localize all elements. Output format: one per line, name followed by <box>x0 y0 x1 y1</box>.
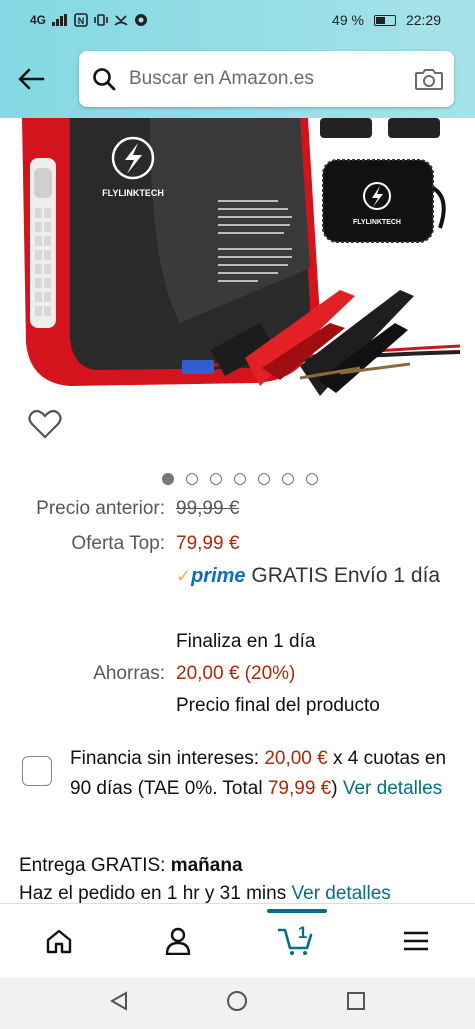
status-bar: 4G N 49 % 22:29 <box>0 0 475 40</box>
delivery-label: Entrega GRATIS: <box>19 855 171 876</box>
back-arrow-icon <box>18 68 45 90</box>
svg-text:FLYLINKTECH: FLYLINKTECH <box>102 188 164 198</box>
user-icon <box>165 927 191 955</box>
deal-ends-text: Finaliza en 1 día <box>176 631 316 652</box>
offer-label: Oferta Top: <box>71 533 165 554</box>
missed-call-icon <box>114 15 128 26</box>
svg-text:N: N <box>78 16 85 26</box>
network-label: 4G <box>30 13 47 27</box>
bottom-nav: 1 <box>0 903 475 978</box>
carousel-dot[interactable] <box>282 473 294 485</box>
search-bar[interactable]: Buscar en Amazon.es <box>79 51 454 107</box>
status-right: 49 % 22:29 <box>332 12 441 28</box>
cart-icon <box>277 928 313 955</box>
carousel-dot[interactable] <box>186 473 198 485</box>
nav-menu[interactable] <box>386 911 446 971</box>
delivery-details-link[interactable]: Ver detalles <box>292 883 391 904</box>
search-icon <box>79 66 129 92</box>
accessories: FLYLINKTECH <box>320 118 446 243</box>
nav-home[interactable] <box>29 911 89 971</box>
battery-percent: 49 % <box>332 12 364 28</box>
vibrate-icon <box>94 14 108 26</box>
previous-price-label: Precio anterior: <box>36 498 165 519</box>
financing-amount: 20,00 € <box>264 748 328 769</box>
financing-option: Financia sin intereses: 20,00 € x 4 cuot… <box>22 744 462 804</box>
financing-total: 79,99 € <box>267 778 332 799</box>
carousel-dot[interactable] <box>210 473 222 485</box>
system-recents-button[interactable] <box>345 990 367 1017</box>
nav-active-indicator <box>266 909 327 913</box>
previous-price-value: 99,99 € <box>176 498 240 519</box>
square-recents-icon <box>347 992 366 1010</box>
status-icons: 4G N <box>30 13 148 27</box>
battery-icon <box>373 14 396 26</box>
circle-home-icon <box>227 991 248 1011</box>
prime-logo: prime <box>191 565 246 587</box>
chat-app-icon <box>135 14 148 26</box>
home-icon <box>47 929 72 954</box>
financing-checkbox[interactable] <box>22 756 52 786</box>
camera-icon[interactable] <box>404 67 454 91</box>
order-countdown: Haz el pedido en 1 hr y 31 mins <box>19 883 292 904</box>
delivery-date: mañana <box>170 855 243 876</box>
clock: 22:29 <box>405 12 441 28</box>
carousel-dot[interactable] <box>258 473 270 485</box>
triangle-back-icon <box>109 991 127 1011</box>
nav-account[interactable] <box>148 911 208 971</box>
app-header: Buscar en Amazon.es <box>0 40 475 118</box>
heart-icon <box>28 409 62 439</box>
nfc-icon: N <box>74 13 88 27</box>
nav-cart[interactable]: 1 <box>266 909 327 971</box>
offer-price: 79,99 € <box>176 533 240 554</box>
menu-icon <box>403 931 428 951</box>
savings-value: 20,00 € (20%) <box>176 663 296 684</box>
prime-check-icon: ✓ <box>176 566 192 586</box>
financing-text-end: ) <box>331 778 343 799</box>
carousel-dot[interactable] <box>306 473 318 485</box>
image-carousel-dots <box>0 473 475 485</box>
system-nav-bar <box>0 978 475 1029</box>
back-button[interactable] <box>14 62 48 96</box>
financing-text-start: Financia sin intereses: <box>70 748 265 769</box>
delivery-info: Entrega GRATIS: mañana Haz el pedido en … <box>19 852 391 908</box>
cart-count: 1 <box>297 923 308 942</box>
signal-icon <box>52 14 68 26</box>
carousel-dot-active[interactable] <box>162 473 174 485</box>
svg-text:FLYLINKTECH: FLYLINKTECH <box>353 219 401 226</box>
system-home-button[interactable] <box>225 989 249 1018</box>
final-price-note: Precio final del producto <box>176 695 380 716</box>
search-input[interactable]: Buscar en Amazon.es <box>129 68 404 90</box>
carousel-dot[interactable] <box>234 473 246 485</box>
product-image[interactable]: FLYLINKTECH FLYLINKTECH <box>0 118 475 408</box>
financing-text: Financia sin intereses: 20,00 € x 4 cuot… <box>70 744 462 804</box>
prime-shipping: ✓prime GRATIS Envío 1 día <box>176 560 456 592</box>
savings-label: Ahorras: <box>93 663 165 684</box>
financing-details-link[interactable]: Ver detalles <box>343 778 442 799</box>
wishlist-button[interactable] <box>28 408 62 445</box>
system-back-button[interactable] <box>108 990 130 1017</box>
shipping-text: GRATIS Envío 1 día <box>251 564 441 587</box>
